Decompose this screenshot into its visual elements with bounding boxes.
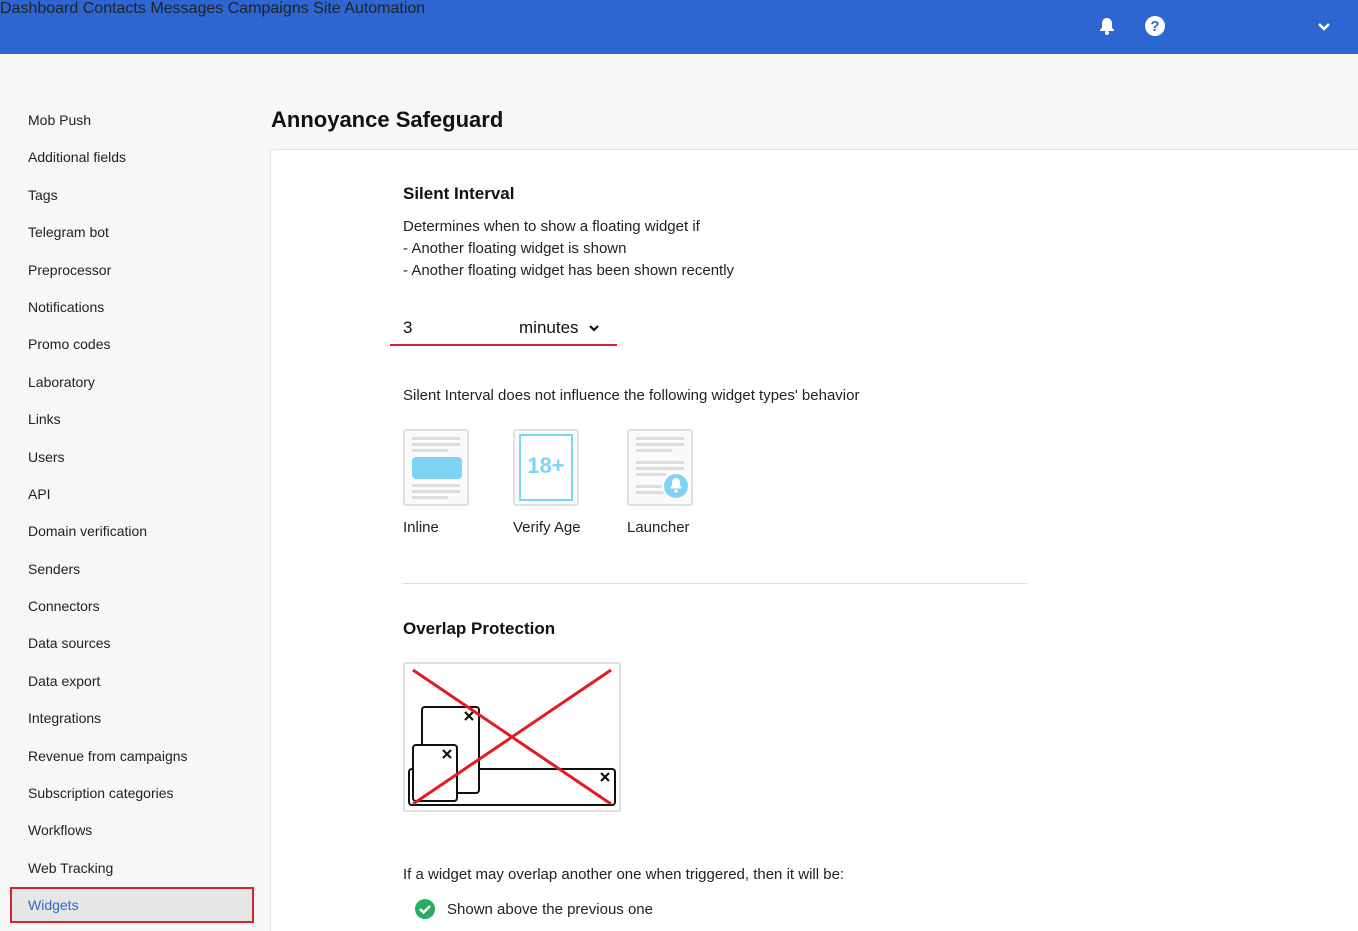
verify-age-widget-thumbnail: 18+ — [513, 429, 579, 506]
sidebar-item-workflows[interactable]: Workflows — [10, 812, 254, 848]
top-navigation-bar: Dashboard Contacts Messages Campaigns Si… — [0, 0, 1358, 54]
bell-icon[interactable] — [1095, 14, 1119, 38]
sidebar-item-additional-fields[interactable]: Additional fields — [10, 139, 254, 175]
launcher-widget-thumbnail — [627, 429, 693, 506]
sidebar-item-data-export[interactable]: Data export — [10, 663, 254, 699]
sidebar-item-tags[interactable]: Tags — [10, 177, 254, 213]
chevron-down-icon[interactable] — [1312, 14, 1336, 38]
page-title: Annoyance Safeguard — [271, 107, 504, 132]
overlap-option-label: Shown above the previous one — [447, 900, 653, 918]
silent-interval-heading: Silent Interval — [403, 184, 515, 203]
silent-interval-desc-line2: - Another floating widget is shown — [403, 240, 627, 257]
silent-interval-desc-line3: - Another floating widget has been shown… — [403, 262, 735, 279]
silent-interval-unit-select[interactable]: minutes — [519, 318, 601, 338]
sidebar-item-connectors[interactable]: Connectors — [10, 588, 254, 624]
settings-sidebar: Mob Push Additional fields Tags Telegram… — [0, 54, 270, 931]
silent-interval-note: Silent Interval does not influence the f… — [403, 387, 860, 404]
check-circle-icon — [415, 899, 435, 919]
section-divider — [403, 583, 1027, 584]
sidebar-item-domain-verification[interactable]: Domain verification — [10, 513, 254, 549]
sidebar-item-api[interactable]: API — [10, 476, 254, 512]
overlap-option-shown-above[interactable]: Shown above the previous one — [414, 898, 653, 920]
sidebar-item-integrations[interactable]: Integrations — [10, 700, 254, 736]
sidebar-item-notifications[interactable]: Notifications — [10, 289, 254, 325]
nav-campaigns[interactable]: Campaigns — [228, 0, 309, 17]
chevron-down-icon — [588, 325, 599, 332]
sidebar-item-revenue-from-campaigns[interactable]: Revenue from campaigns — [10, 738, 254, 774]
silent-interval-input-row: 3 minutes — [390, 310, 617, 346]
verify-age-badge: 18+ — [527, 453, 565, 478]
sidebar-item-promo-codes[interactable]: Promo codes — [10, 326, 254, 362]
sidebar-item-web-tracking[interactable]: Web Tracking — [10, 850, 254, 886]
silent-interval-desc-line1: Determines when to show a floating widge… — [403, 218, 700, 235]
silent-interval-value-input[interactable]: 3 — [403, 318, 412, 338]
nav-site[interactable]: Site — [313, 0, 341, 17]
nav-contacts[interactable]: Contacts — [83, 0, 146, 17]
inline-widget-thumbnail — [403, 429, 469, 506]
widget-type-label-launcher: Launcher — [627, 519, 690, 536]
help-icon[interactable]: ? — [1143, 14, 1167, 38]
sidebar-item-links[interactable]: Links — [10, 401, 254, 437]
sidebar-item-users[interactable]: Users — [10, 439, 254, 475]
silent-interval-unit-label: minutes — [519, 318, 579, 337]
sidebar-item-mob-push[interactable]: Mob Push — [10, 102, 254, 138]
sidebar-item-subscription-categories[interactable]: Subscription categories — [10, 775, 254, 811]
svg-text:?: ? — [1150, 18, 1159, 35]
widget-type-label-verify-age: Verify Age — [513, 519, 581, 536]
nav-messages[interactable]: Messages — [150, 0, 223, 17]
sidebar-item-senders[interactable]: Senders — [10, 551, 254, 587]
sidebar-item-laboratory[interactable]: Laboratory — [10, 364, 254, 400]
overlap-illustration — [403, 662, 621, 812]
widget-type-label-inline: Inline — [403, 519, 439, 536]
sidebar-item-data-sources[interactable]: Data sources — [10, 625, 254, 661]
sidebar-item-widgets[interactable]: Widgets — [10, 887, 254, 923]
sidebar-item-telegram-bot[interactable]: Telegram bot — [10, 214, 254, 250]
nav-automation[interactable]: Automation — [344, 0, 425, 17]
sidebar-item-preprocessor[interactable]: Preprocessor — [10, 252, 254, 288]
overlap-protection-heading: Overlap Protection — [403, 619, 556, 638]
nav-dashboard[interactable]: Dashboard — [0, 0, 78, 17]
overlap-protection-desc: If a widget may overlap another one when… — [403, 866, 845, 883]
